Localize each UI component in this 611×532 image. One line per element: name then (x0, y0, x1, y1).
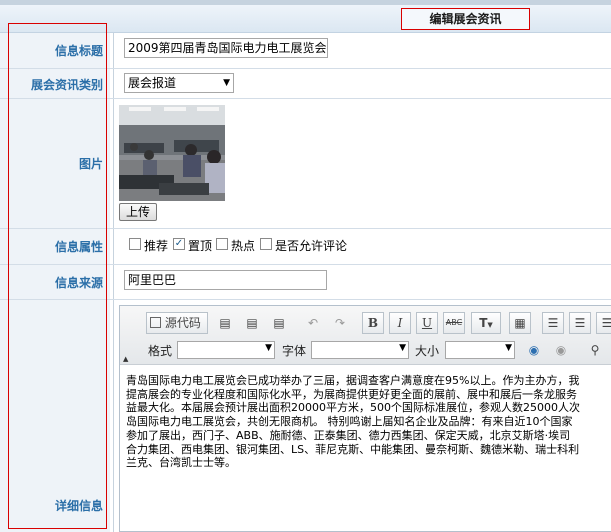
redo-icon[interactable]: ↷ (329, 312, 351, 334)
rich-text-editor: 源代码 ▤ ▤ ▤ ↶ ↷ B I U ABC T▼ ▦ ☰ ☰ ☰ 格式 ▼ … (119, 305, 611, 532)
source-code-label: 源代码 (164, 316, 201, 330)
chevron-down-icon: ▼ (223, 78, 230, 88)
content-line: 提高展会的专业化程度和国际化水平，为展商提供更好更全面的展前、展中和展后一条龙服… (126, 387, 577, 401)
collapse-toolbar-icon[interactable]: ▲ (123, 355, 128, 363)
unlink-icon[interactable]: ◉ (550, 339, 572, 361)
table-icon[interactable]: ▦ (509, 312, 531, 334)
undo-icon[interactable]: ↶ (302, 312, 324, 334)
align-left-icon[interactable]: ☰ (542, 312, 564, 334)
hot-label: 热点 (231, 239, 256, 253)
strike-button[interactable]: ABC (443, 312, 465, 334)
format-label: 格式 (148, 344, 173, 358)
paste-text-icon[interactable]: ▤ (268, 312, 290, 334)
chevron-down-icon: ▼ (487, 321, 493, 329)
content-line: 岛国际电力电工展览会，共创无限商机。 特别鸣谢上届知名企业及品牌：有来自近10个… (126, 415, 573, 429)
title-label: 信息标题 (54, 44, 103, 58)
factory-photo-icon (119, 105, 225, 201)
italic-button[interactable]: I (389, 312, 411, 334)
hot-checkbox[interactable] (216, 238, 228, 250)
cut-icon[interactable]: ▤ (214, 312, 236, 334)
detail-label: 详细信息 (54, 499, 103, 513)
editor-content[interactable]: 青岛国际电力电工展览会已成功举办了三届，据调查客户满意度在95%以上。作为主办方… (126, 374, 611, 470)
bold-button[interactable]: B (362, 312, 384, 334)
text-color-button[interactable]: T▼ (471, 312, 501, 334)
size-label: 大小 (415, 344, 440, 358)
attributes-label: 信息属性 (54, 240, 103, 254)
source-code-icon (150, 317, 161, 328)
link-icon[interactable]: ◉ (523, 339, 545, 361)
page-title: 编辑展会资讯 (401, 8, 530, 30)
align-right-icon[interactable]: ☰ (596, 312, 611, 334)
preview-image (119, 105, 225, 201)
recommend-label: 推荐 (144, 239, 169, 253)
format-select[interactable]: ▼ (177, 341, 275, 359)
allow-comment-label: 是否允许评论 (275, 239, 348, 253)
underline-button[interactable]: U (416, 312, 438, 334)
upload-button[interactable]: 上传 (119, 203, 157, 221)
image-row: 图片 (0, 99, 611, 229)
category-select[interactable]: 展会报道 ▼ (124, 73, 234, 93)
chevron-down-icon: ▼ (505, 343, 512, 353)
category-row: 展会资讯类别 (0, 69, 611, 99)
pin-top-checkbox[interactable]: ✓ (173, 238, 185, 250)
content-line: 兰克、台湾凯士士等。 (126, 456, 236, 470)
title-input[interactable]: 2009第四届青岛国际电力电工展览会 (124, 38, 328, 58)
recommend-checkbox[interactable] (129, 238, 141, 250)
source-input[interactable]: 阿里巴巴 (124, 270, 327, 290)
editor-toolbar: 源代码 ▤ ▤ ▤ ↶ ↷ B I U ABC T▼ ▦ ☰ ☰ ☰ 格式 ▼ … (120, 306, 611, 365)
source-code-button[interactable]: 源代码 (146, 312, 208, 334)
category-label: 展会资讯类别 (30, 78, 103, 92)
content-line: 益最大化。本届展会预计展出面积20000平方米，500个国际标准展位，参观人数2… (126, 401, 580, 415)
chevron-down-icon: ▼ (265, 343, 272, 353)
font-select[interactable]: ▼ (311, 341, 409, 359)
category-selected-value: 展会报道 (128, 76, 177, 90)
header-bar: 编辑展会资讯 (0, 5, 611, 33)
image-label: 图片 (78, 157, 103, 171)
content-line: 合力集团、西电集团、银河集团、LS、菲尼克斯、中能集团、曼奈柯斯、魏德米勒、瑞士… (126, 442, 580, 456)
find-icon[interactable]: ⚲ (584, 339, 606, 361)
content-line: 参加了展出，西门子、ABB、施耐德、正泰集团、德力西集团、保定天威，北京艾斯塔·… (126, 428, 571, 442)
allow-comment-checkbox[interactable] (260, 238, 272, 250)
size-select[interactable]: ▼ (445, 341, 515, 359)
align-center-icon[interactable]: ☰ (569, 312, 591, 334)
source-label: 信息来源 (54, 276, 103, 290)
paste-icon[interactable]: ▤ (241, 312, 263, 334)
font-label: 字体 (282, 344, 307, 358)
pin-top-label: 置顶 (188, 239, 213, 253)
chevron-down-icon: ▼ (399, 343, 406, 353)
content-line: 青岛国际电力电工展览会已成功举办了三届，据调查客户满意度在95%以上。作为主办方… (126, 374, 580, 387)
